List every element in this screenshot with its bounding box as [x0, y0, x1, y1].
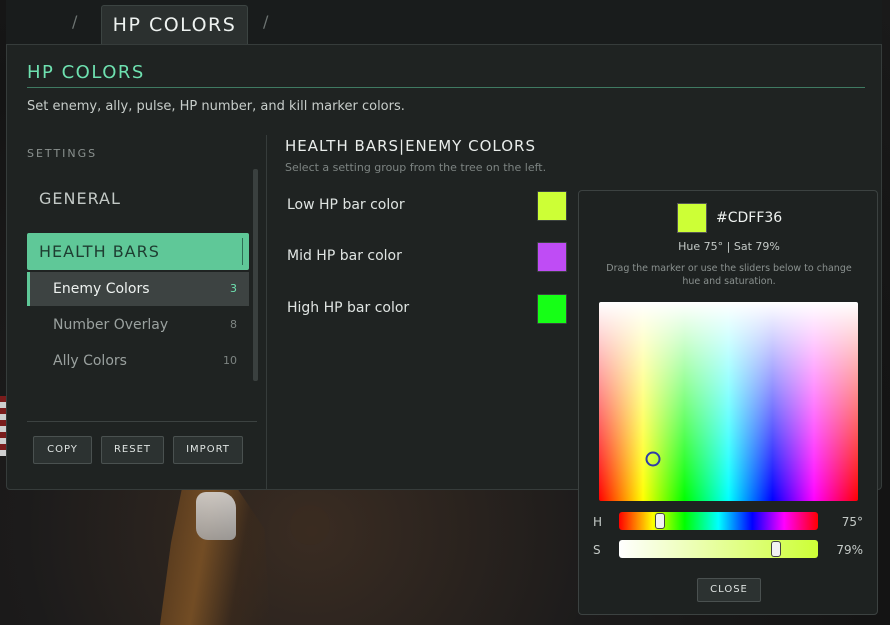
sidebar-item-count: 3 — [230, 282, 237, 295]
sidebar-section-general[interactable]: GENERAL — [27, 177, 249, 221]
hue-slider[interactable] — [619, 512, 818, 530]
sidebar-section-label: HEALTH BARS — [39, 242, 160, 261]
content-title: HEALTH BARS|ENEMY COLORS — [285, 137, 536, 155]
saturation-slider-thumb[interactable] — [771, 541, 782, 557]
setting-label: High HP bar color — [287, 300, 410, 316]
sidebar-heading: SETTINGS — [27, 147, 98, 160]
panel-description: Set enemy, ally, pulse, HP number, and k… — [27, 99, 405, 114]
sidebar-divider — [27, 421, 257, 422]
sidebar-item-count: 8 — [230, 318, 237, 331]
setting-row-low-hp: Low HP bar color — [285, 191, 570, 221]
sidebar-scrollbar[interactable] — [253, 169, 258, 381]
top-tab-bar: / HP COLORS / — [6, 0, 882, 45]
section-edge-divider — [242, 238, 243, 265]
picker-hue-sat-readout: Hue 75° | Sat 79% — [678, 240, 780, 253]
sidebar-item-label: Enemy Colors — [53, 281, 150, 297]
sidebar-item-count: 10 — [223, 354, 237, 367]
high-hp-color-swatch[interactable] — [537, 294, 567, 324]
import-button[interactable]: IMPORT — [173, 436, 243, 464]
picker-help-text: Drag the marker or use the sliders below… — [606, 263, 852, 287]
reset-button[interactable]: RESET — [101, 436, 164, 464]
sidebar-item-ally-colors[interactable]: Ally Colors 10 — [27, 344, 249, 378]
hue-saturation-field[interactable] — [599, 302, 858, 501]
saturation-slider-value: 79% — [836, 543, 863, 557]
panel-title: HP COLORS — [27, 62, 145, 83]
sidebar-item-enemy-colors[interactable]: Enemy Colors 3 — [27, 272, 249, 306]
setting-row-mid-hp: Mid HP bar color — [285, 242, 570, 272]
hue-slider-thumb[interactable] — [655, 513, 666, 529]
picker-hex-value: #CDFF36 — [716, 210, 783, 226]
tab-hp-colors[interactable]: HP COLORS — [101, 5, 248, 44]
low-hp-color-swatch[interactable] — [537, 191, 567, 221]
copy-button[interactable]: COPY — [33, 436, 92, 464]
sidebar-item-label: Ally Colors — [53, 353, 127, 369]
sidebar-item-label: Number Overlay — [53, 317, 169, 333]
color-marker-handle[interactable] — [645, 451, 661, 467]
tab-separator: / — [263, 12, 269, 31]
setting-label: Mid HP bar color — [287, 248, 402, 264]
saturation-slider-label: S — [593, 543, 601, 557]
panel-vertical-divider — [266, 135, 267, 490]
picker-color-preview — [677, 203, 707, 233]
title-divider — [27, 87, 865, 88]
background-prop — [290, 505, 330, 545]
mid-hp-color-swatch[interactable] — [537, 242, 567, 272]
setting-row-high-hp: High HP bar color — [285, 294, 570, 324]
close-picker-button[interactable]: CLOSE — [697, 578, 761, 602]
saturation-slider[interactable] — [619, 540, 818, 558]
sidebar-item-number-overlay[interactable]: Number Overlay 8 — [27, 308, 249, 342]
hue-slider-value: 75° — [841, 515, 863, 529]
background-character-hand — [196, 492, 236, 540]
tab-separator: / — [72, 12, 78, 31]
setting-label: Low HP bar color — [287, 197, 405, 213]
sidebar-section-health-bars[interactable]: HEALTH BARS — [27, 233, 249, 270]
hue-slider-label: H — [593, 515, 603, 529]
color-picker-popover: #CDFF36 Hue 75° | Sat 79% Drag the marke… — [578, 190, 878, 615]
content-subtitle: Select a setting group from the tree on … — [285, 161, 547, 174]
